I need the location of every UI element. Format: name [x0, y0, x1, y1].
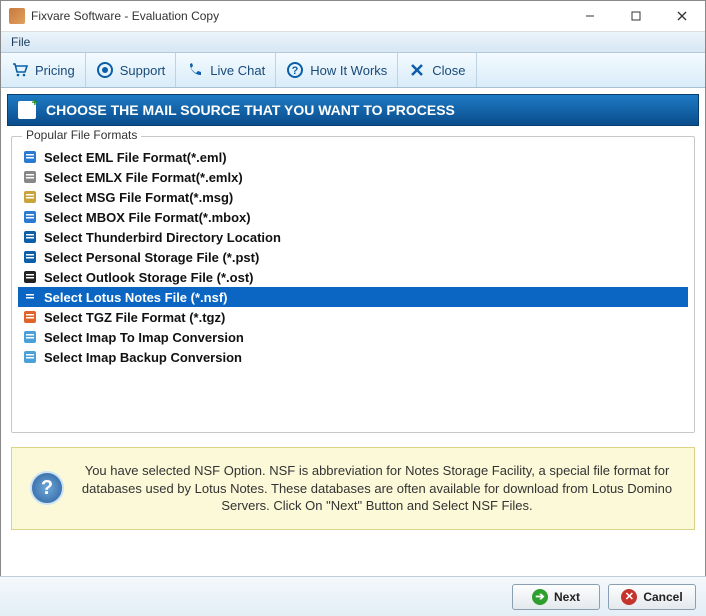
close-label: Close — [432, 63, 465, 78]
file-format-icon — [22, 229, 38, 245]
app-icon — [9, 8, 25, 24]
format-label: Select EMLX File Format(*.emlx) — [44, 170, 243, 185]
close-window-button[interactable] — [659, 1, 705, 31]
file-format-icon — [22, 169, 38, 185]
file-formats-group: Popular File Formats Select EML File For… — [11, 136, 695, 433]
support-icon — [96, 61, 114, 79]
close-icon — [408, 61, 426, 79]
title-bar: Fixvare Software - Evaluation Copy — [1, 1, 705, 32]
pricing-button[interactable]: Pricing — [1, 53, 86, 87]
file-format-icon — [22, 289, 38, 305]
toolbar: Pricing Support Live Chat ? How It Works… — [1, 53, 705, 88]
close-button[interactable]: Close — [398, 53, 476, 87]
next-label: Next — [554, 590, 580, 604]
document-add-icon — [18, 101, 36, 119]
format-label: Select MSG File Format(*.msg) — [44, 190, 233, 205]
cancel-label: Cancel — [643, 590, 682, 604]
footer-bar: ➔ Next ✕ Cancel — [0, 576, 706, 616]
format-label: Select Outlook Storage File (*.ost) — [44, 270, 253, 285]
cart-icon — [11, 61, 29, 79]
file-format-icon — [22, 349, 38, 365]
file-format-icon — [22, 309, 38, 325]
format-label: Select TGZ File Format (*.tgz) — [44, 310, 225, 325]
file-format-icon — [22, 249, 38, 265]
cancel-button[interactable]: ✕ Cancel — [608, 584, 696, 610]
info-panel: ? You have selected NSF Option. NSF is a… — [11, 447, 695, 530]
format-label: Select MBOX File Format(*.mbox) — [44, 210, 251, 225]
window-title: Fixvare Software - Evaluation Copy — [31, 9, 567, 23]
maximize-button[interactable] — [613, 1, 659, 31]
support-label: Support — [120, 63, 166, 78]
support-button[interactable]: Support — [86, 53, 177, 87]
format-option[interactable]: Select Personal Storage File (*.pst) — [18, 247, 688, 267]
format-option[interactable]: Select EMLX File Format(*.emlx) — [18, 167, 688, 187]
header-banner: CHOOSE THE MAIL SOURCE THAT YOU WANT TO … — [7, 94, 699, 126]
livechat-button[interactable]: Live Chat — [176, 53, 276, 87]
question-icon: ? — [286, 61, 304, 79]
format-option[interactable]: Select Lotus Notes File (*.nsf) — [18, 287, 688, 307]
next-arrow-icon: ➔ — [532, 589, 548, 605]
format-option[interactable]: Select Imap Backup Conversion — [18, 347, 688, 367]
format-label: Select EML File Format(*.eml) — [44, 150, 227, 165]
info-icon: ? — [30, 471, 64, 505]
minimize-button[interactable] — [567, 1, 613, 31]
format-label: Select Lotus Notes File (*.nsf) — [44, 290, 227, 305]
phone-icon — [186, 61, 204, 79]
format-option[interactable]: Select Imap To Imap Conversion — [18, 327, 688, 347]
cancel-x-icon: ✕ — [621, 589, 637, 605]
menu-bar: File — [1, 32, 705, 53]
file-format-icon — [22, 149, 38, 165]
file-format-icon — [22, 189, 38, 205]
menu-file[interactable]: File — [1, 35, 40, 49]
file-format-icon — [22, 209, 38, 225]
howitworks-label: How It Works — [310, 63, 387, 78]
format-label: Select Personal Storage File (*.pst) — [44, 250, 259, 265]
format-option[interactable]: Select Thunderbird Directory Location — [18, 227, 688, 247]
format-option[interactable]: Select TGZ File Format (*.tgz) — [18, 307, 688, 327]
group-legend: Popular File Formats — [22, 128, 141, 142]
format-option[interactable]: Select Outlook Storage File (*.ost) — [18, 267, 688, 287]
file-format-icon — [22, 269, 38, 285]
format-list: Select EML File Format(*.eml) Select EMLX… — [18, 147, 688, 367]
header-text: CHOOSE THE MAIL SOURCE THAT YOU WANT TO … — [46, 102, 455, 118]
pricing-label: Pricing — [35, 63, 75, 78]
livechat-label: Live Chat — [210, 63, 265, 78]
format-option[interactable]: Select EML File Format(*.eml) — [18, 147, 688, 167]
format-option[interactable]: Select MBOX File Format(*.mbox) — [18, 207, 688, 227]
file-format-icon — [22, 329, 38, 345]
howitworks-button[interactable]: ? How It Works — [276, 53, 398, 87]
next-button[interactable]: ➔ Next — [512, 584, 600, 610]
format-label: Select Imap Backup Conversion — [44, 350, 242, 365]
format-label: Select Imap To Imap Conversion — [44, 330, 244, 345]
format-label: Select Thunderbird Directory Location — [44, 230, 281, 245]
info-message: You have selected NSF Option. NSF is abb… — [78, 462, 676, 515]
format-option[interactable]: Select MSG File Format(*.msg) — [18, 187, 688, 207]
svg-text:?: ? — [292, 65, 299, 77]
